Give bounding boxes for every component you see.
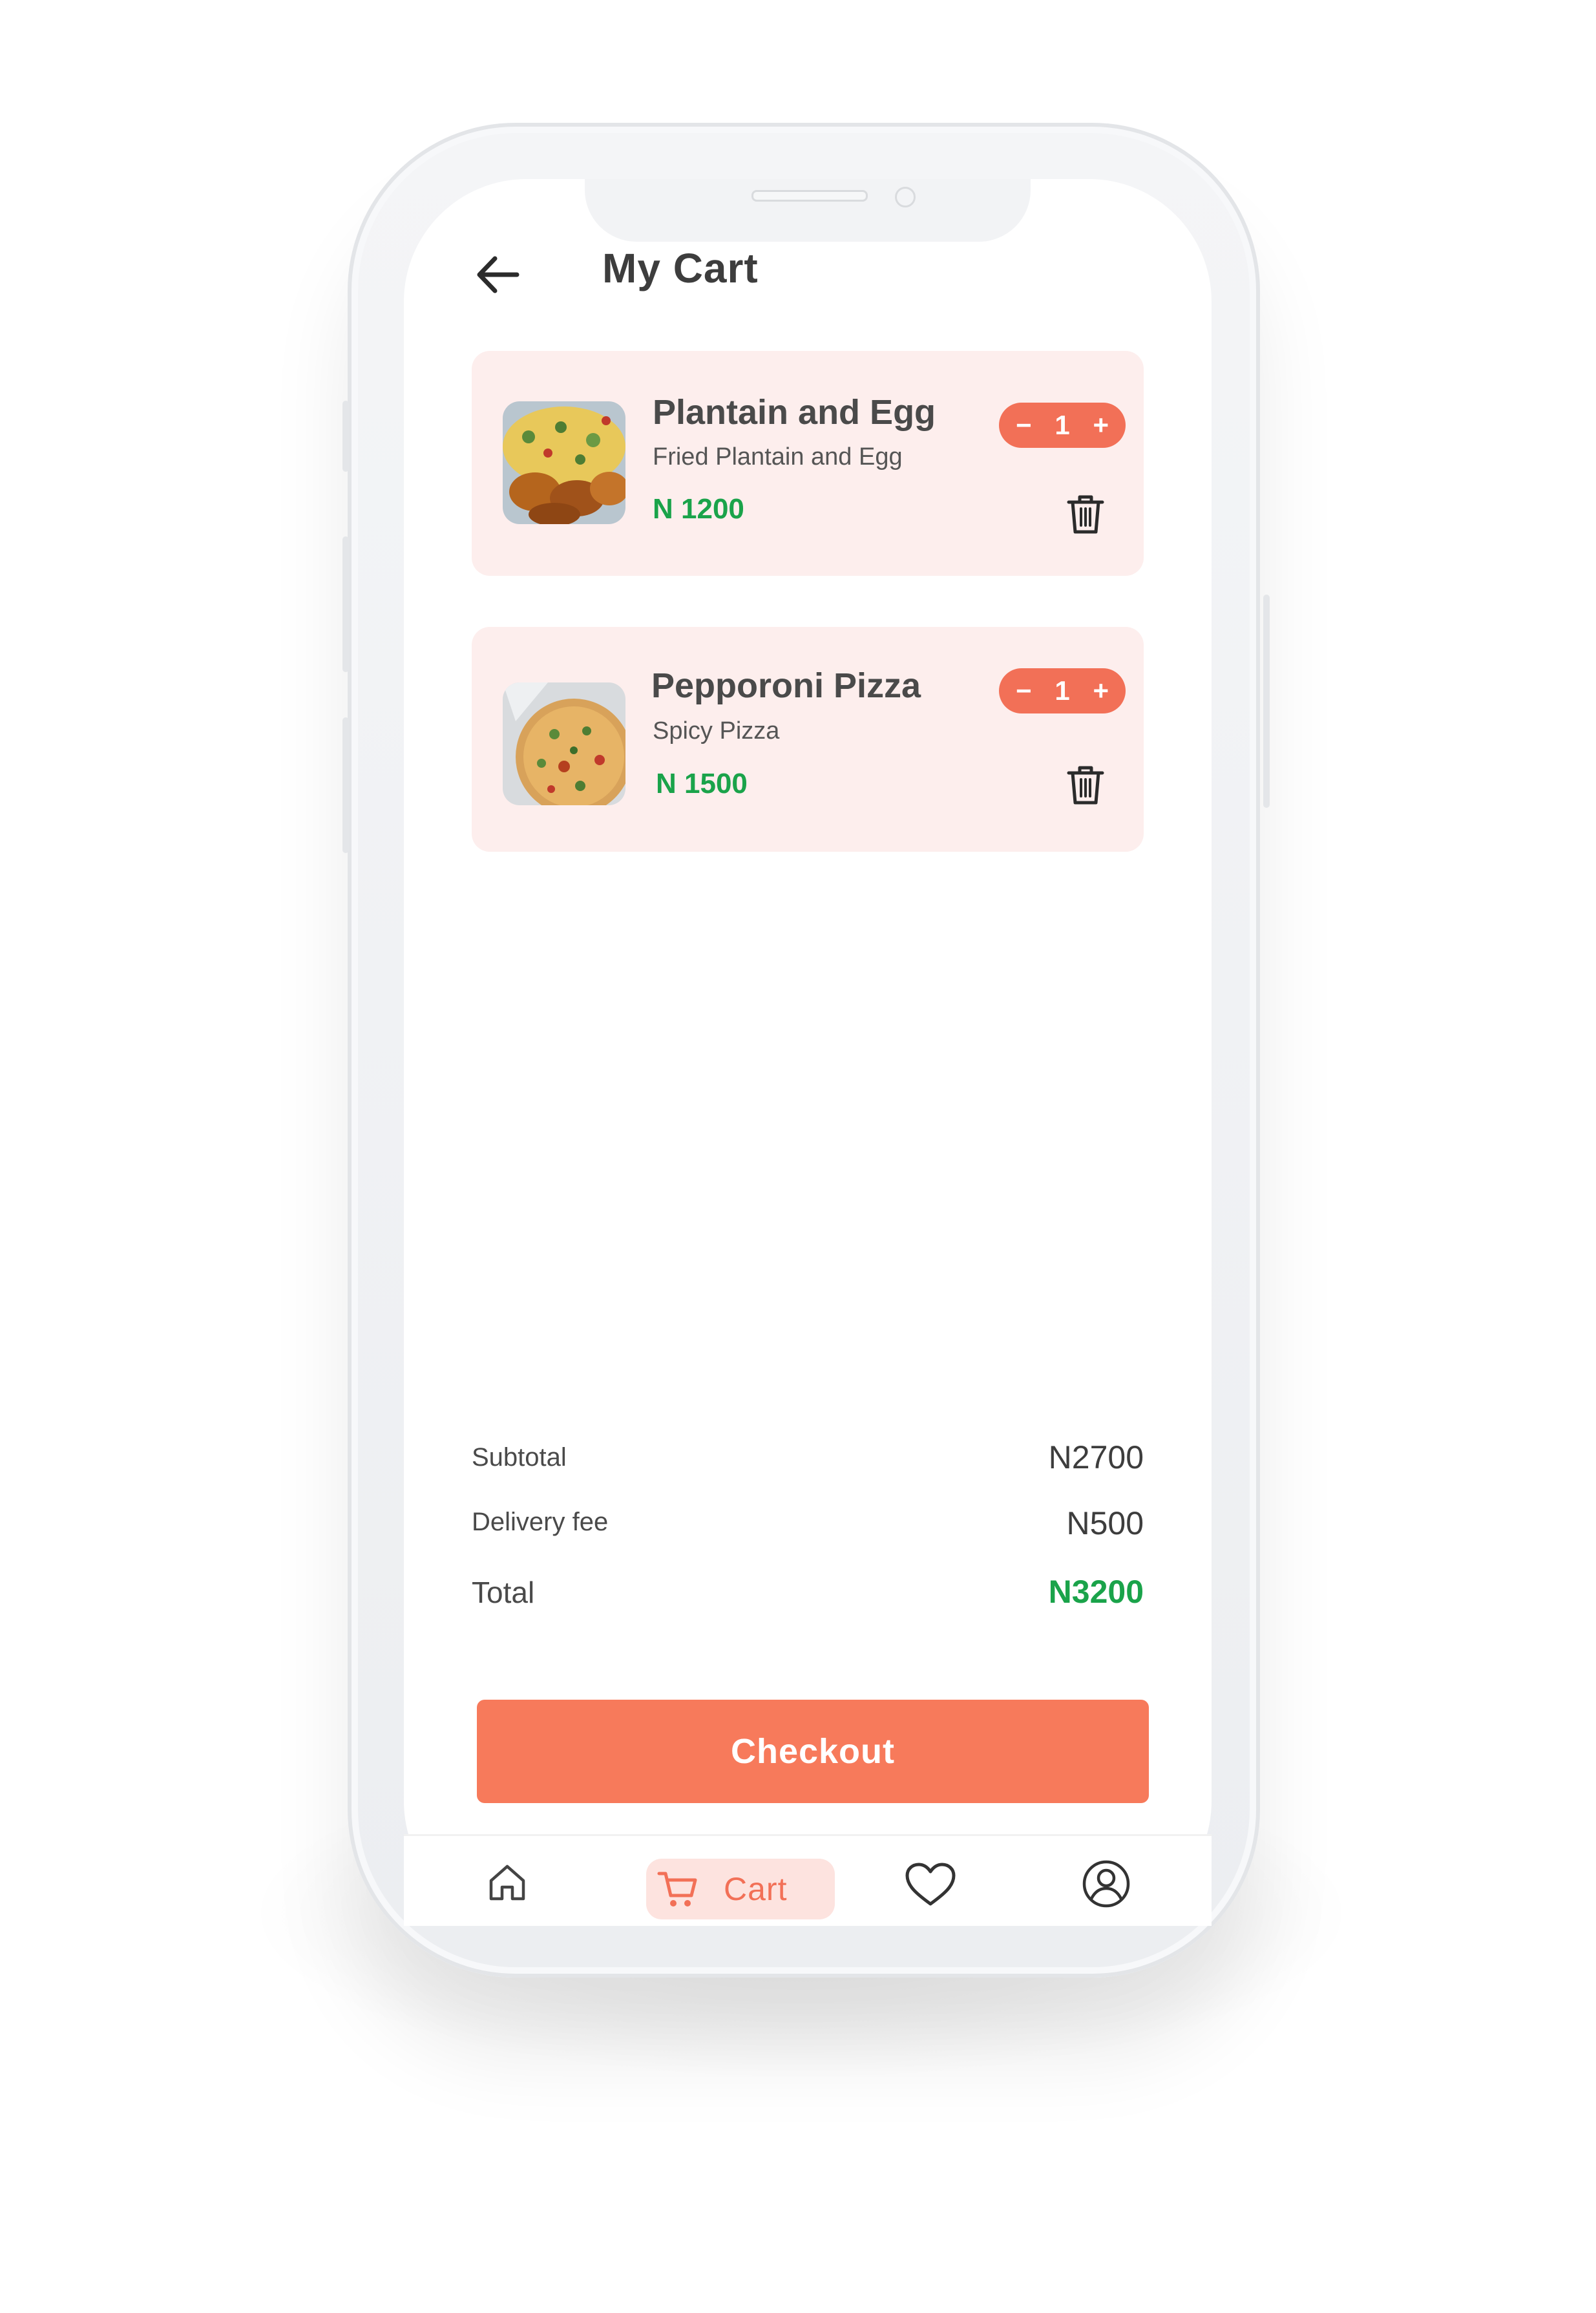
delete-item-button[interactable] — [1066, 764, 1105, 807]
total-label: Total — [472, 1576, 535, 1609]
item-name: Pepporoni Pizza — [651, 666, 921, 705]
back-button[interactable] — [472, 252, 523, 297]
cart-icon — [657, 1872, 697, 1906]
item-description: Spicy Pizza — [653, 717, 780, 745]
increase-quantity-button[interactable]: + — [1093, 677, 1109, 704]
nav-cart[interactable]: Cart — [646, 1859, 835, 1919]
cart-item-card: Pepporoni Pizza Spicy Pizza N 1500 − 1 + — [472, 627, 1144, 852]
pepperoni-pizza-photo — [503, 682, 625, 805]
item-name: Plantain and Egg — [653, 393, 936, 432]
item-price: N 1200 — [653, 493, 744, 525]
delivery-fee-label: Delivery fee — [472, 1508, 609, 1536]
subtotal-label: Subtotal — [472, 1443, 567, 1472]
delivery-fee-value: N500 — [1066, 1505, 1144, 1541]
delete-item-button[interactable] — [1066, 493, 1105, 536]
front-camera — [895, 187, 916, 207]
mute-switch — [342, 401, 349, 472]
nav-home[interactable] — [486, 1861, 529, 1904]
quantity-value: 1 — [1055, 410, 1070, 440]
volume-down-button — [342, 717, 349, 853]
arrow-left-icon — [477, 256, 520, 293]
decrease-quantity-button[interactable]: − — [1016, 412, 1032, 439]
decrease-quantity-button[interactable]: − — [1016, 677, 1032, 704]
power-button — [1263, 595, 1270, 808]
nav-profile[interactable] — [1081, 1859, 1131, 1909]
user-circle-icon — [1082, 1860, 1130, 1908]
nav-cart-label: Cart — [724, 1871, 788, 1907]
plantain-and-egg-photo — [503, 401, 625, 524]
volume-up-button — [342, 536, 349, 672]
trash-icon — [1067, 495, 1104, 534]
trash-icon — [1067, 766, 1104, 805]
total-value: N3200 — [1048, 1574, 1144, 1610]
item-description: Fried Plantain and Egg — [653, 443, 903, 470]
quantity-stepper: − 1 + — [999, 668, 1126, 713]
heart-icon — [905, 1863, 956, 1906]
page-title: My Cart — [602, 245, 759, 291]
quantity-stepper: − 1 + — [999, 403, 1126, 448]
checkout-button[interactable]: Checkout — [477, 1700, 1149, 1803]
item-price: N 1500 — [656, 768, 748, 799]
subtotal-value: N2700 — [1048, 1439, 1144, 1475]
home-icon — [489, 1864, 525, 1901]
quantity-value: 1 — [1055, 675, 1070, 706]
notch — [585, 179, 1031, 242]
nav-favorites[interactable] — [903, 1861, 958, 1908]
increase-quantity-button[interactable]: + — [1093, 412, 1109, 439]
cart-item-card: Plantain and Egg Fried Plantain and Egg … — [472, 351, 1144, 576]
earpiece-speaker — [751, 190, 868, 202]
